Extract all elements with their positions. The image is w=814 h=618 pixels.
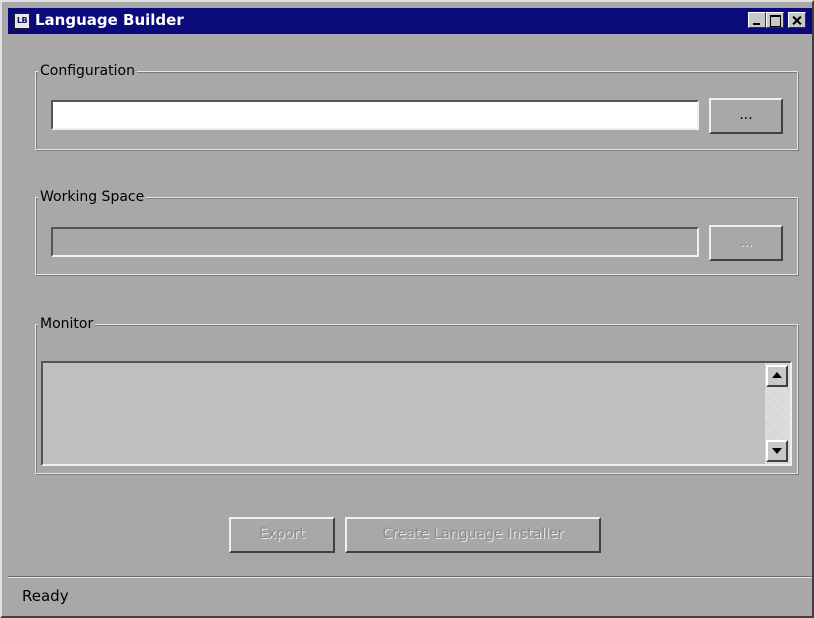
working-space-group: Working Space ...	[35, 188, 798, 275]
export-button[interactable]: Export	[229, 517, 335, 553]
configuration-label: Configuration	[38, 62, 137, 80]
configuration-path-input[interactable]	[53, 102, 697, 128]
main-window: LB Language Builder Configuration ... Wo…	[0, 0, 814, 618]
configuration-path-field[interactable]	[51, 100, 699, 130]
working-space-path-field[interactable]	[51, 227, 699, 257]
monitor-scrollbar[interactable]	[765, 363, 790, 464]
scroll-down-icon[interactable]	[766, 440, 788, 462]
minimize-icon[interactable]	[748, 12, 766, 28]
working-space-label: Working Space	[38, 188, 147, 206]
maximize-icon[interactable]	[766, 12, 784, 28]
monitor-log[interactable]	[41, 361, 792, 466]
close-icon[interactable]	[788, 12, 806, 28]
window-title: Language Builder	[35, 11, 184, 29]
create-language-installer-button[interactable]: Create Language Installer	[345, 517, 601, 553]
scroll-up-icon[interactable]	[766, 365, 788, 387]
title-bar[interactable]: LB Language Builder	[8, 8, 812, 34]
monitor-group: Monitor	[35, 315, 798, 474]
configuration-browse-button[interactable]: ...	[709, 98, 783, 134]
working-space-browse-button[interactable]: ...	[709, 225, 783, 261]
status-bar-divider	[8, 576, 812, 578]
configuration-group: Configuration ...	[35, 62, 798, 150]
status-bar-text: Ready	[22, 587, 69, 605]
app-icon: LB	[14, 13, 30, 29]
working-space-path-input[interactable]	[53, 229, 697, 255]
monitor-label: Monitor	[38, 315, 96, 333]
